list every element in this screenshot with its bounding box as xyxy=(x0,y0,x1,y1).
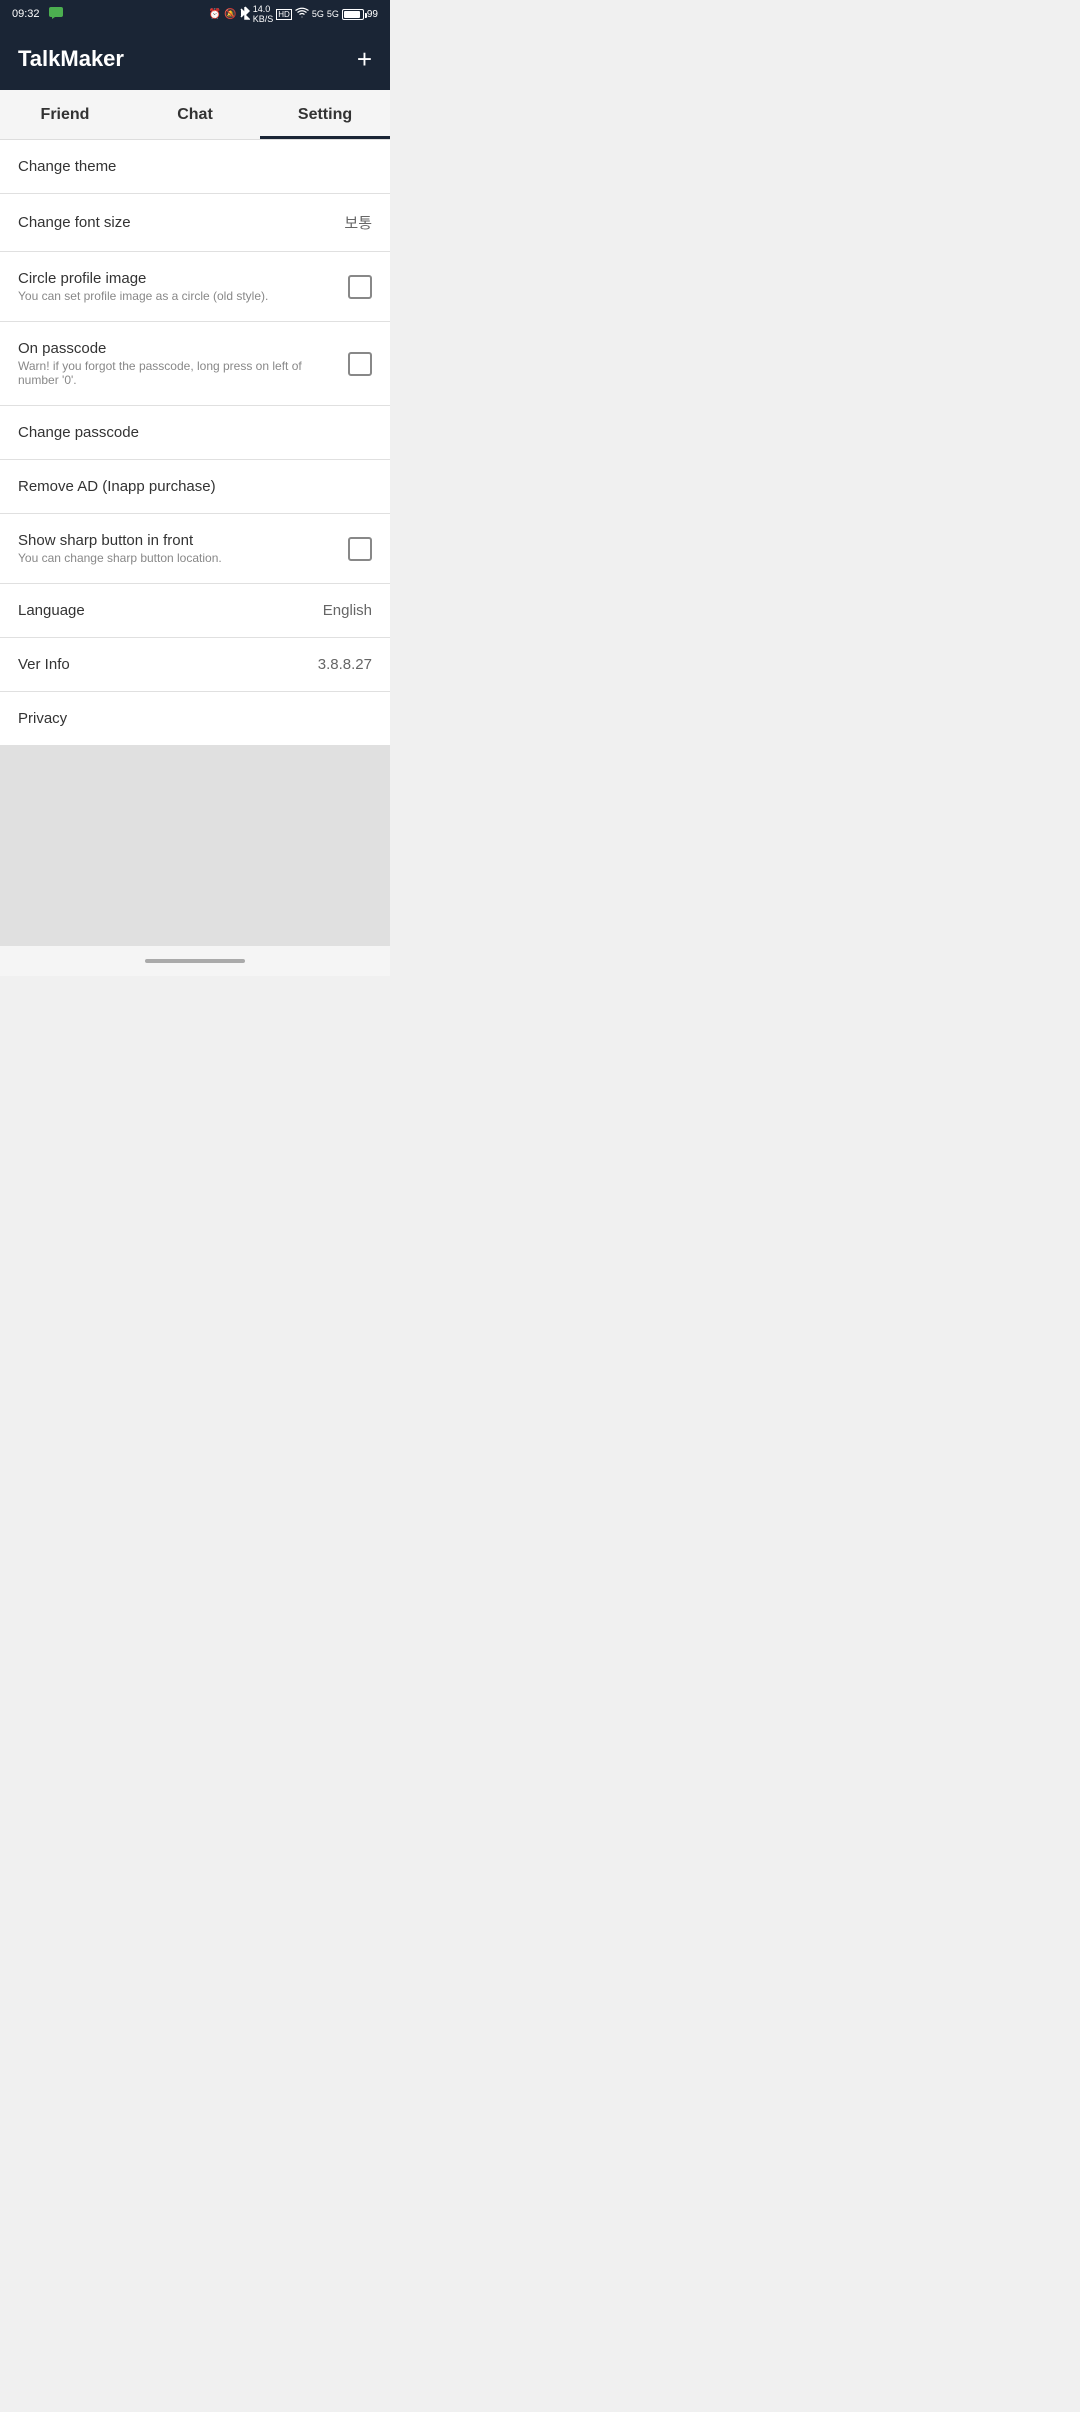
battery-icon xyxy=(342,9,364,20)
setting-value-change-font-size: 보통 xyxy=(344,212,372,233)
setting-sub-sharp-button: You can change sharp button location. xyxy=(18,551,336,565)
setting-checkbox-circle-profile[interactable] xyxy=(348,275,372,299)
setting-value-ver-info: 3.8.8.27 xyxy=(318,656,372,673)
setting-value-language: English xyxy=(323,602,372,619)
setting-checkbox-sharp-button[interactable] xyxy=(348,537,372,561)
status-left: 09:32 xyxy=(12,5,64,24)
setting-label-change-font-size: Change font size xyxy=(18,214,332,231)
add-button[interactable]: + xyxy=(357,46,372,72)
setting-label-change-passcode: Change passcode xyxy=(18,424,372,441)
app-header: TalkMaker + xyxy=(0,28,390,90)
setting-label-language: Language xyxy=(18,602,311,619)
setting-label-change-theme: Change theme xyxy=(18,158,372,175)
setting-label-on-passcode: On passcode xyxy=(18,340,336,357)
tab-chat[interactable]: Chat xyxy=(130,90,260,139)
mute-icon: 🔕 xyxy=(224,9,236,20)
setting-sub-on-passcode: Warn! if you forgot the passcode, long p… xyxy=(18,359,336,387)
battery-percent: 99 xyxy=(367,9,378,20)
setting-checkbox-on-passcode[interactable] xyxy=(348,352,372,376)
setting-item-sharp-button[interactable]: Show sharp button in front You can chang… xyxy=(0,514,390,584)
setting-item-change-theme[interactable]: Change theme xyxy=(0,140,390,194)
chat-notification-icon xyxy=(48,5,64,24)
home-indicator xyxy=(145,959,245,963)
tab-friend[interactable]: Friend xyxy=(0,90,130,139)
setting-label-sharp-button: Show sharp button in front xyxy=(18,532,336,549)
setting-label-remove-ad: Remove AD (Inapp purchase) xyxy=(18,478,372,495)
setting-item-change-passcode[interactable]: Change passcode xyxy=(0,406,390,460)
data-speed: 14.0KB/S xyxy=(253,4,274,24)
setting-label-privacy: Privacy xyxy=(18,710,372,727)
status-bar: 09:32 ⏰ 🔕 14.0KB/S HD xyxy=(0,0,390,28)
settings-list: Change theme Change font size 보통 Circle … xyxy=(0,140,390,746)
wifi-icon xyxy=(295,7,309,21)
setting-item-ver-info[interactable]: Ver Info 3.8.8.27 xyxy=(0,638,390,692)
status-right: ⏰ 🔕 14.0KB/S HD 5G 5G 99 xyxy=(209,4,378,24)
bluetooth-icon xyxy=(240,6,250,23)
setting-label-ver-info: Ver Info xyxy=(18,656,306,673)
setting-sub-circle-profile: You can set profile image as a circle (o… xyxy=(18,289,336,303)
setting-item-circle-profile[interactable]: Circle profile image You can set profile… xyxy=(0,252,390,322)
setting-item-change-font-size[interactable]: Change font size 보통 xyxy=(0,194,390,252)
tab-setting[interactable]: Setting xyxy=(260,90,390,139)
time-display: 09:32 xyxy=(12,8,40,20)
setting-item-on-passcode[interactable]: On passcode Warn! if you forgot the pass… xyxy=(0,322,390,406)
tab-bar: Friend Chat Setting xyxy=(0,90,390,140)
hd-icon: HD xyxy=(276,9,292,20)
home-indicator-bar xyxy=(0,946,390,976)
setting-label-circle-profile: Circle profile image xyxy=(18,270,336,287)
setting-item-remove-ad[interactable]: Remove AD (Inapp purchase) xyxy=(0,460,390,514)
setting-item-privacy[interactable]: Privacy xyxy=(0,692,390,746)
alarm-icon: ⏰ xyxy=(209,9,221,20)
signal-5g-icon: 5G xyxy=(327,9,339,19)
app-title: TalkMaker xyxy=(18,46,124,72)
bottom-empty-area xyxy=(0,746,390,946)
signal-4g-icon: 5G xyxy=(312,9,324,19)
setting-item-language[interactable]: Language English xyxy=(0,584,390,638)
